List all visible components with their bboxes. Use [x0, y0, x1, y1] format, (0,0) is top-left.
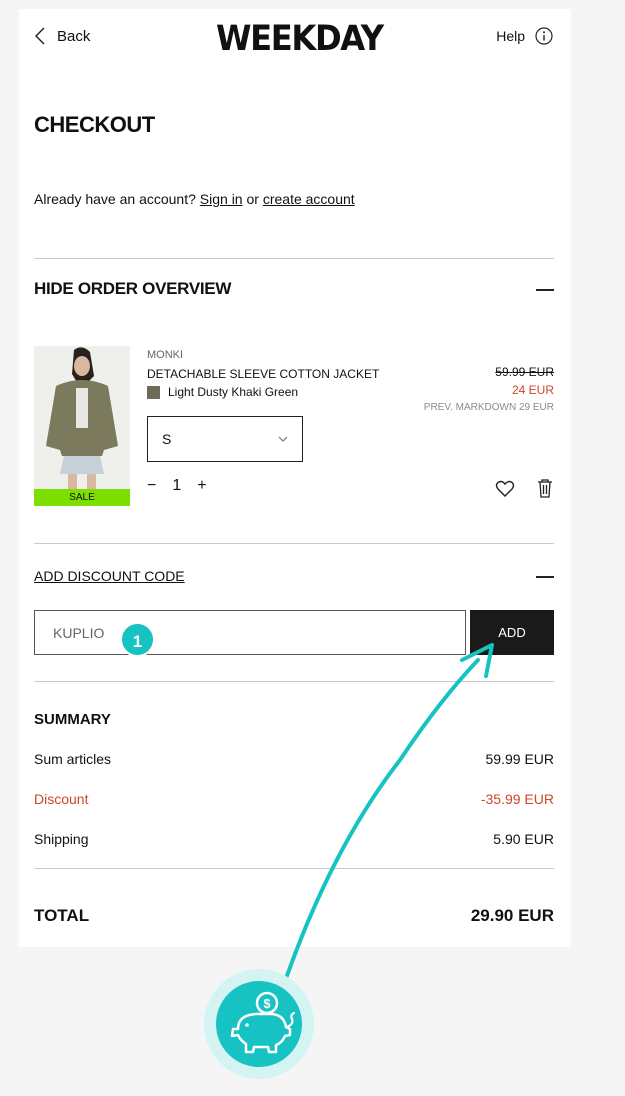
summary-label: Shipping: [34, 831, 89, 847]
increase-qty-button[interactable]: +: [197, 477, 206, 495]
back-label: Back: [57, 27, 91, 45]
total-row: TOTAL 29.90 EUR: [34, 906, 554, 926]
discount-code-input[interactable]: [34, 610, 466, 655]
trash-icon[interactable]: [537, 478, 553, 498]
back-link[interactable]: Back: [35, 27, 90, 45]
product-image[interactable]: [34, 346, 130, 506]
create-account-link[interactable]: create account: [263, 191, 355, 207]
add-discount-code-toggle[interactable]: ADD DISCOUNT CODE: [34, 568, 185, 584]
summary-row-discount: Discount -35.99 EUR: [34, 791, 554, 807]
divider: [34, 543, 554, 544]
divider: [34, 258, 554, 259]
size-select[interactable]: S: [147, 416, 303, 462]
checkout-card: Back WEEKDAY Help CHECKOUT Already have …: [19, 9, 571, 947]
chevron-left-icon: [35, 27, 45, 45]
original-price: 59.99 EUR: [495, 365, 554, 379]
page-title: CHECKOUT: [34, 112, 155, 137]
or-text: or: [246, 191, 259, 207]
collapse-icon[interactable]: [536, 289, 554, 291]
summary-row-shipping: Shipping 5.90 EUR: [34, 831, 554, 847]
chevron-down-icon: [278, 436, 288, 442]
quantity-value: 1: [172, 477, 182, 494]
piggy-bank-icon: $: [230, 991, 296, 1054]
product-color: Light Dusty Khaki Green: [147, 385, 298, 399]
color-name: Light Dusty Khaki Green: [168, 385, 299, 399]
step-number-badge: 1: [120, 622, 155, 657]
info-icon: [535, 27, 553, 45]
summary-value: 59.99 EUR: [485, 751, 554, 767]
total-value: 29.90 EUR: [470, 906, 554, 925]
product-brand: MONKI: [147, 349, 184, 361]
summary-label: Discount: [34, 791, 89, 807]
svg-text:$: $: [263, 996, 271, 1011]
brand-logo[interactable]: WEEKDAY: [216, 19, 384, 59]
account-prompt-text: Already have an account?: [34, 191, 196, 207]
help-link[interactable]: Help: [496, 27, 553, 45]
previous-markdown: PREV. MARKDOWN 29 EUR: [423, 402, 554, 413]
decrease-qty-button[interactable]: −: [147, 477, 156, 495]
divider: [34, 681, 554, 682]
product-name[interactable]: DETACHABLE SLEEVE COTTON JACKET: [147, 367, 379, 381]
add-discount-button[interactable]: ADD: [470, 610, 554, 655]
help-label: Help: [496, 28, 525, 44]
size-value: S: [162, 431, 172, 447]
collapse-icon[interactable]: [536, 576, 554, 578]
product-photo: [34, 346, 130, 506]
heart-icon[interactable]: [495, 479, 515, 499]
sign-in-link[interactable]: Sign in: [200, 191, 243, 207]
sale-badge: SALE: [34, 489, 130, 506]
quantity-stepper: − 1 +: [147, 477, 207, 495]
total-label: TOTAL: [34, 906, 90, 925]
summary-value: -35.99 EUR: [480, 791, 554, 807]
piggy-bank-circle: $: [216, 981, 302, 1067]
summary-title: SUMMARY: [34, 711, 111, 728]
summary-label: Sum articles: [34, 751, 112, 767]
color-swatch: [147, 385, 160, 399]
divider: [34, 868, 554, 869]
summary-row-sum-articles: Sum articles 59.99 EUR: [34, 751, 554, 767]
summary-value: 5.90 EUR: [493, 831, 554, 847]
account-prompt: Already have an account? Sign in or crea…: [34, 191, 355, 207]
order-overview-toggle[interactable]: HIDE ORDER OVERVIEW: [34, 279, 231, 299]
sale-price: 24 EUR: [511, 383, 554, 397]
